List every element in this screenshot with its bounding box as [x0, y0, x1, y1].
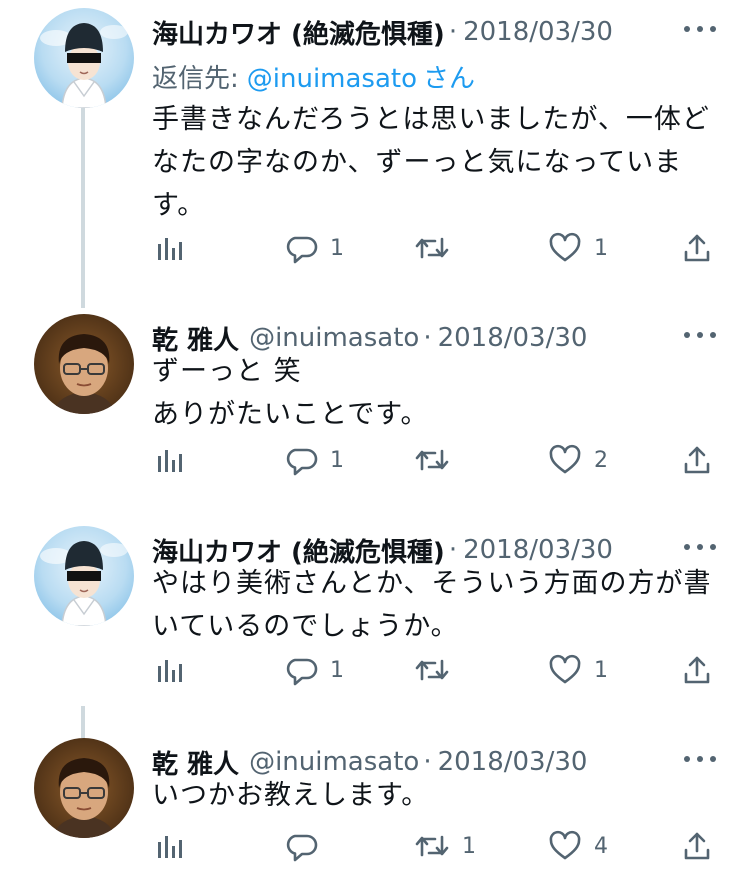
tweet-date[interactable]: 2018/03/30: [463, 535, 613, 565]
retweet-count: 1: [462, 833, 476, 859]
avatar[interactable]: [34, 526, 134, 626]
like-count: 1: [594, 235, 608, 261]
retweet-button[interactable]: 1: [414, 826, 476, 866]
tweet-text: いつかお教えします。: [152, 774, 724, 817]
analytics-button[interactable]: [156, 440, 184, 480]
analytics-button[interactable]: [156, 826, 184, 866]
heart-outline-icon: [549, 654, 581, 684]
separator-dot: ·: [423, 747, 432, 777]
retweet-arrows-icon: [415, 659, 449, 681]
tweet-text-line: いつかお教えします。: [152, 780, 430, 811]
like-count: 4: [594, 833, 608, 859]
analytics-button[interactable]: [156, 228, 184, 268]
tweet[interactable]: 海山カワオ (絶滅危惧種) · 2018/03/30 返信先: @inuimasa…: [0, 8, 750, 298]
heart-outline-icon: [549, 444, 581, 474]
share-button[interactable]: [682, 826, 712, 866]
retweet-arrows-icon: [415, 835, 449, 857]
like-count: 2: [594, 447, 608, 473]
tweet-actions: 1 2: [0, 440, 750, 480]
tweet-text-line: ありがたいことです。: [152, 399, 429, 430]
retweet-button[interactable]: [414, 228, 462, 268]
reply-button[interactable]: [286, 826, 330, 866]
reply-count: 1: [330, 235, 344, 261]
share-upload-icon: [684, 446, 710, 474]
more-dots-icon[interactable]: [684, 332, 716, 342]
tweet-header: 海山カワオ (絶滅危惧種) · 2018/03/30: [152, 14, 613, 50]
reply-button[interactable]: 1: [286, 228, 344, 268]
like-button[interactable]: 1: [548, 228, 608, 268]
retweet-button[interactable]: [414, 440, 462, 480]
share-button[interactable]: [682, 228, 712, 268]
like-button[interactable]: 2: [548, 440, 608, 480]
like-button[interactable]: 1: [548, 650, 608, 690]
heart-outline-icon: [549, 232, 581, 262]
tweet-text-line: 手書きなんだろうとは思いましたが、一体ど: [152, 104, 710, 135]
separator-dot: ·: [448, 535, 458, 565]
reply-to-prefix: 返信先:: [152, 64, 239, 94]
tweet-actions: 1 4: [0, 826, 750, 866]
like-count: 1: [594, 657, 608, 683]
avatar[interactable]: [34, 8, 134, 108]
conversation-thread: 海山カワオ (絶滅危惧種) · 2018/03/30 返信先: @inuimasa…: [0, 0, 750, 886]
bar-chart-icon: [158, 238, 182, 260]
tweet-date[interactable]: 2018/03/30: [463, 17, 613, 47]
tweet-actions: 1 1: [0, 650, 750, 690]
reply-suffix: さん: [423, 64, 476, 94]
display-name[interactable]: 海山カワオ (絶滅危惧種): [152, 14, 445, 51]
reply-button[interactable]: 1: [286, 650, 344, 690]
reply-button[interactable]: 1: [286, 440, 344, 480]
bar-chart-icon: [158, 836, 182, 858]
retweet-arrows-icon: [415, 449, 449, 471]
tweet-text-line: いているのでしょうか。: [152, 611, 459, 642]
tweet[interactable]: 乾 雅人 @inuimasato · 2018/03/30 いつかお教えします。: [0, 738, 750, 886]
tweet-text-line: ずーっと 笑: [152, 356, 302, 387]
retweet-arrows-icon: [415, 237, 449, 259]
retweet-button[interactable]: [414, 650, 462, 690]
speech-bubble-icon: [286, 236, 318, 264]
more-dots-icon[interactable]: [684, 26, 716, 36]
speech-bubble-icon: [286, 834, 318, 862]
tweet-date[interactable]: 2018/03/30: [438, 323, 588, 353]
tweet-text: やはり美術さんとか、そういう方面の方が書 いているのでしょうか。: [152, 562, 724, 648]
bar-chart-icon: [158, 450, 182, 472]
tweet[interactable]: 海山カワオ (絶滅危惧種) · 2018/03/30 やはり美術さんとか、そうい…: [0, 526, 750, 726]
speech-bubble-icon: [286, 448, 318, 476]
user-handle[interactable]: @inuimasato: [249, 323, 419, 353]
share-upload-icon: [684, 832, 710, 860]
tweet-text-line: なたの字なのか、ずーっと気になっていま: [152, 147, 683, 178]
speech-bubble-icon: [286, 658, 318, 686]
share-upload-icon: [684, 656, 710, 684]
tweet-text-line: す。: [152, 190, 206, 221]
reply-to-line: 返信先: @inuimasato さん: [152, 58, 475, 95]
user-handle[interactable]: @inuimasato: [249, 747, 419, 777]
heart-outline-icon: [549, 830, 581, 860]
tweet-actions: 1 1: [0, 228, 750, 268]
separator-dot: ·: [448, 17, 458, 47]
tweet[interactable]: 乾 雅人 @inuimasato · 2018/03/30 ずーっと 笑 ありが…: [0, 314, 750, 514]
share-upload-icon: [684, 234, 710, 262]
avatar[interactable]: [34, 314, 134, 414]
tweet-text: ずーっと 笑 ありがたいことです。: [152, 350, 724, 436]
tweet-text-line: やはり美術さんとか、そういう方面の方が書: [152, 568, 712, 599]
tweet-date[interactable]: 2018/03/30: [438, 747, 588, 777]
share-button[interactable]: [682, 650, 712, 690]
avatar[interactable]: [34, 738, 134, 838]
more-dots-icon[interactable]: [684, 756, 716, 766]
reply-count: 1: [330, 447, 344, 473]
analytics-button[interactable]: [156, 650, 184, 690]
like-button[interactable]: 4: [548, 826, 608, 866]
tweet-text: 手書きなんだろうとは思いましたが、一体ど なたの字なのか、ずーっと気になっていま…: [152, 98, 724, 227]
reply-mention-link[interactable]: @inuimasato: [247, 64, 417, 94]
reply-count: 1: [330, 657, 344, 683]
more-dots-icon[interactable]: [684, 544, 716, 554]
bar-chart-icon: [158, 660, 182, 682]
separator-dot: ·: [423, 323, 432, 353]
share-button[interactable]: [682, 440, 712, 480]
